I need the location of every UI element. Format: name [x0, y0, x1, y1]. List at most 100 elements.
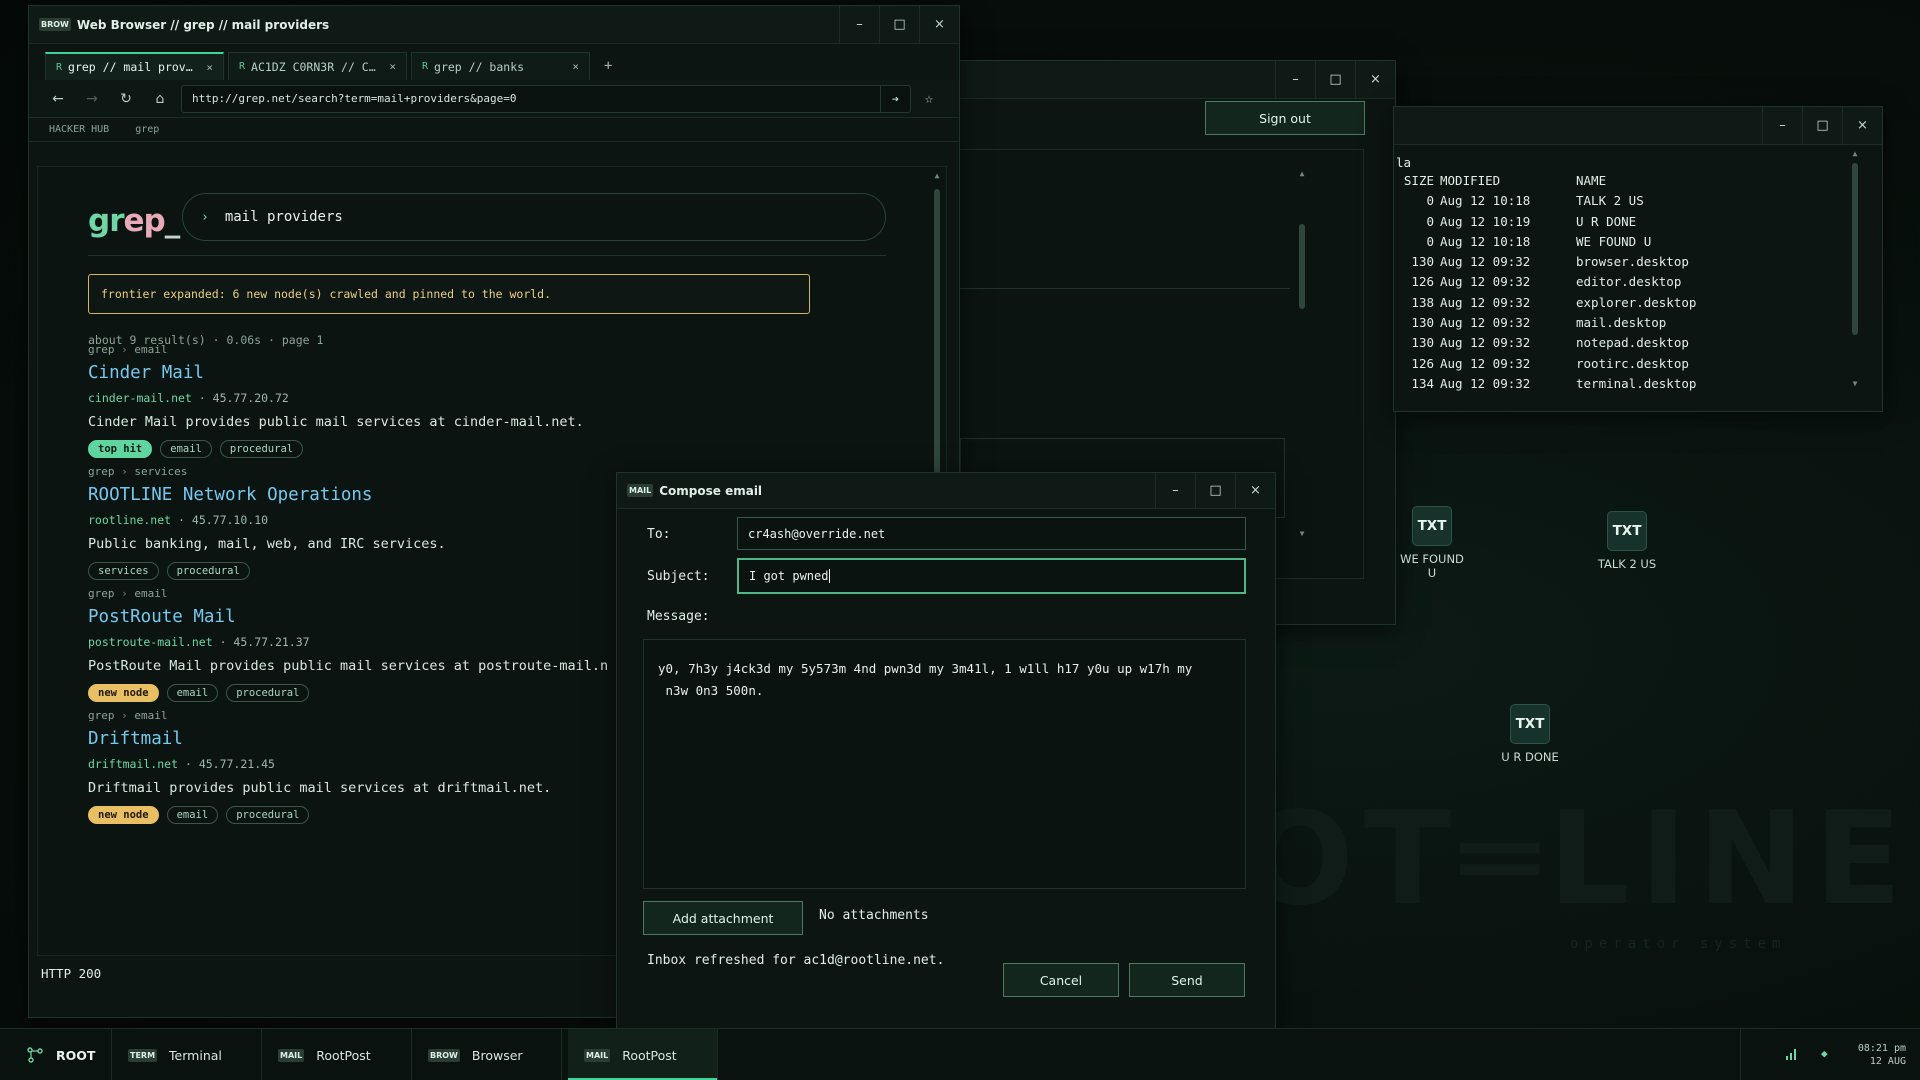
message-body[interactable]: y0, 7h3y j4ck3d my 5y573m 4nd pwn3d my 3…	[643, 639, 1246, 889]
text-file-icon: TXT	[1510, 704, 1550, 744]
file-size: 130	[1411, 254, 1434, 270]
wallpaper-subtitle: operator system	[1570, 936, 1787, 952]
file-row[interactable]: 134 Aug 12 09:32 terminal.desktop	[1394, 376, 1834, 395]
wallpaper-brand: OT═LINE	[1245, 785, 1912, 934]
home-icon[interactable]: ⌂	[143, 91, 177, 107]
taskbar-item-rootpost[interactable]: MAIL RootPost	[262, 1029, 412, 1080]
bookmark-hacker-hub[interactable]: HACKER HUB	[49, 124, 109, 135]
address-bar[interactable]: http://grep.net/search?term=mail+provide…	[181, 84, 911, 113]
forward-arrow-icon[interactable]: →	[75, 91, 109, 107]
maximize-button[interactable]: □	[879, 6, 919, 43]
taskbar-item-browser[interactable]: BROW Browser	[412, 1029, 562, 1080]
file-modified: Aug 12 09:32	[1440, 375, 1531, 391]
taskbar-item-rootpost-active[interactable]: MAIL RootPost	[568, 1029, 718, 1080]
minimize-button[interactable]: –	[839, 6, 879, 43]
close-button[interactable]: ×	[1235, 473, 1275, 508]
maximize-button[interactable]: □	[1315, 61, 1355, 98]
clock[interactable]: 08:21 pm 12 AUG	[1858, 1042, 1906, 1068]
window-title: Web Browser // grep // mail providers	[76, 17, 330, 32]
result-title-link[interactable]: Cinder Mail	[88, 363, 946, 383]
scroll-thumb[interactable]	[1852, 163, 1858, 335]
reload-icon[interactable]: ↻	[109, 91, 143, 107]
file-row[interactable]: 130 Aug 12 09:32 browser.desktop	[1394, 254, 1834, 274]
size-header: SIZE	[1403, 173, 1434, 188]
add-attachment-button[interactable]: Add attachment	[643, 901, 803, 935]
search-input[interactable]: › mail providers	[182, 193, 886, 241]
compose-email-window[interactable]: MAIL Compose email – □ × To: cr4ash@over…	[616, 472, 1276, 1032]
file-row[interactable]: 0 Aug 12 10:19 U R DONE	[1394, 214, 1834, 234]
file-size: 130	[1411, 335, 1434, 351]
path-fragment: la	[1396, 155, 1412, 170]
tab-close-icon[interactable]: ×	[206, 61, 213, 74]
minimize-button[interactable]: –	[1275, 61, 1315, 98]
file-row[interactable]: 130 Aug 12 09:32 notepad.desktop	[1394, 335, 1834, 355]
minimize-button[interactable]: –	[1762, 107, 1802, 144]
tag-badge: top hit	[88, 440, 153, 458]
file-row[interactable]: 126 Aug 12 09:32 editor.desktop	[1394, 274, 1834, 294]
taskbar-item-label: Browser	[471, 1047, 523, 1063]
go-arrow-icon[interactable]: ➔	[880, 85, 910, 112]
close-button[interactable]: ×	[1355, 61, 1395, 98]
file-row[interactable]: 130 Aug 12 09:32 mail.desktop	[1394, 315, 1834, 335]
subject-label: Subject:	[647, 569, 710, 584]
signal-icon[interactable]	[1785, 1047, 1799, 1061]
scrollbar[interactable]: ▲ ▼	[1850, 149, 1860, 389]
url-text[interactable]: http://grep.net/search?term=mail+provide…	[192, 92, 880, 105]
divider	[88, 255, 886, 256]
browser-app-icon: BROW	[39, 18, 71, 31]
maximize-button[interactable]: □	[1802, 107, 1842, 144]
bookmark-grep[interactable]: grep	[135, 124, 159, 135]
search-result: grep › email Cinder Mail cinder-mail.net ·…	[88, 343, 946, 458]
file-modified: Aug 12 09:32	[1440, 274, 1531, 290]
desktop-icon-talk-2-us[interactable]: TXT TALK 2 US	[1582, 511, 1672, 571]
minimize-button[interactable]: –	[1155, 473, 1195, 508]
tag-badge: new node	[88, 806, 159, 824]
send-button[interactable]: Send	[1129, 963, 1245, 997]
desktop-icon-we-found-u[interactable]: TXT WE FOUND U	[1387, 506, 1477, 580]
cancel-button[interactable]: Cancel	[1003, 963, 1119, 997]
back-arrow-icon[interactable]: ←	[41, 91, 75, 107]
tab-ac1dz-corner[interactable]: R AC1DZ C0RN3R // C… ×	[228, 52, 407, 80]
tab-label: grep // banks	[434, 59, 525, 74]
tab-grep-banks[interactable]: R grep // banks ×	[411, 52, 590, 80]
scroll-thumb[interactable]	[934, 189, 940, 489]
desktop-icon-label: U R DONE	[1501, 750, 1559, 764]
desktop-icon-u-r-done[interactable]: TXT U R DONE	[1485, 704, 1575, 764]
file-list: la SIZE MODIFIED NAME 0 Aug 12 10:18 TALK …	[1394, 155, 1834, 395]
tab-close-icon[interactable]: ×	[572, 60, 579, 73]
mail-app-icon: MAIL	[627, 484, 654, 497]
file-size: 0	[1426, 193, 1434, 209]
scrollbar[interactable]: ▲ ▼	[1297, 169, 1307, 539]
sign-out-button[interactable]: Sign out	[1205, 101, 1365, 135]
close-button[interactable]: ×	[919, 6, 959, 43]
maximize-button[interactable]: □	[1195, 473, 1235, 508]
tab-close-icon[interactable]: ×	[389, 60, 396, 73]
tag-badge: procedural	[226, 806, 310, 824]
file-row[interactable]: 0 Aug 12 10:18 WE FOUND U	[1394, 234, 1834, 254]
scroll-up-icon[interactable]: ▲	[1297, 169, 1307, 178]
scroll-up-icon[interactable]: ▲	[1850, 149, 1860, 158]
file-row[interactable]: 0 Aug 12 10:18 TALK 2 US	[1394, 193, 1834, 213]
file-name: mail.desktop	[1576, 315, 1667, 331]
network-status-icon[interactable]: ◆	[1821, 1047, 1828, 1060]
subject-field[interactable]: I got pwned	[737, 558, 1246, 594]
scroll-down-icon[interactable]: ▼	[1297, 529, 1307, 538]
bookmark-star-icon[interactable]: ☆	[911, 91, 947, 107]
inbox-status: Inbox refreshed for ac1d@rootline.net.	[647, 953, 945, 968]
file-row[interactable]: 126 Aug 12 09:32 rootirc.desktop	[1394, 356, 1834, 376]
explorer-window[interactable]: – □ × la SIZE MODIFIED NAME 0 Aug 12 10:1…	[1393, 106, 1883, 412]
file-size: 138	[1411, 294, 1434, 310]
new-tab-button[interactable]: +	[594, 52, 622, 80]
file-row[interactable]: 138 Aug 12 09:32 explorer.desktop	[1394, 295, 1834, 315]
tab-grep-mail-providers[interactable]: R grep // mail prov… ×	[45, 52, 224, 80]
start-button[interactable]: ROOT	[0, 1029, 112, 1080]
scroll-up-icon[interactable]: ▲	[932, 171, 942, 180]
taskbar-item-terminal[interactable]: TERM Terminal	[112, 1029, 262, 1080]
tag-badge: procedural	[166, 562, 250, 580]
to-field[interactable]: cr4ash@override.net	[737, 517, 1246, 550]
search-query[interactable]: mail providers	[225, 209, 343, 225]
file-name: U R DONE	[1576, 213, 1637, 229]
scroll-down-icon[interactable]: ▼	[1850, 379, 1860, 388]
close-button[interactable]: ×	[1842, 107, 1882, 144]
scroll-thumb[interactable]	[1299, 224, 1305, 309]
